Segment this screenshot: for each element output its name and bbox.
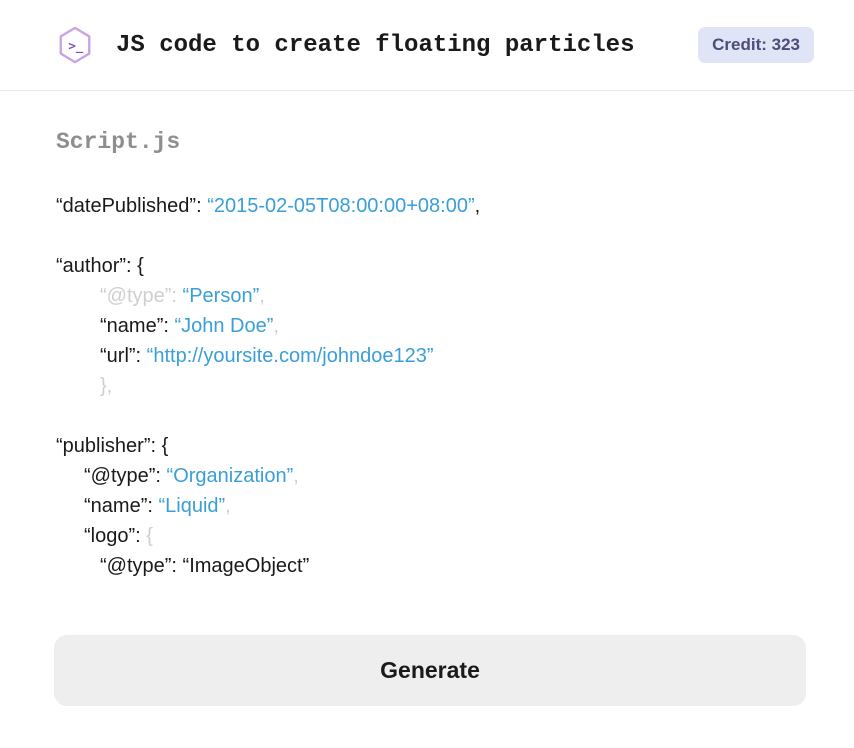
header-left: >_ JS code to create floating particles [56,26,634,64]
code-line: “@type”: “ImageObject” [56,551,798,581]
code-line: “datePublished”: “2015-02-05T08:00:00+08… [56,191,798,221]
code-block: “datePublished”: “2015-02-05T08:00:00+08… [56,191,798,581]
code-line: }, [56,371,798,401]
code-line: “@type”: “Person”, [56,281,798,311]
filename-label: Script.js [56,129,798,155]
code-line: “author”: { [56,251,798,281]
app-header: >_ JS code to create floating particles … [0,0,854,91]
main-content: Script.js “datePublished”: “2015-02-05T0… [0,91,854,581]
page-title: JS code to create floating particles [116,32,634,59]
code-line: “url”: “http://yoursite.com/johndoe123” [56,341,798,371]
code-line: “name”: “John Doe”, [56,311,798,341]
credit-badge: Credit: 323 [698,27,814,63]
svg-text:>_: >_ [68,39,83,54]
code-line: “publisher”: { [56,431,798,461]
code-line: “name”: “Liquid”, [56,491,798,521]
app-logo-icon: >_ [56,26,94,64]
code-line: “@type”: “Organization”, [56,461,798,491]
generate-button[interactable]: Generate [54,635,806,706]
code-line: “logo”: { [56,521,798,551]
